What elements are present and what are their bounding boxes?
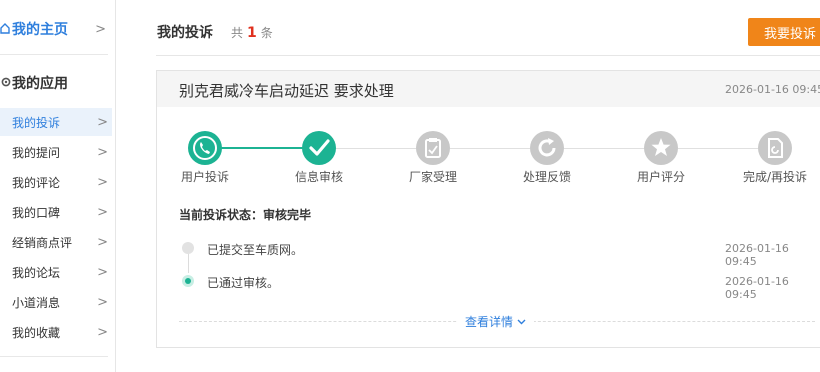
step-label: 完成/再投诉 (742, 170, 808, 184)
log-text: 已提交至车质网。 (207, 243, 304, 257)
chevron-right-icon: > (97, 294, 108, 310)
home-icon (0, 23, 10, 34)
sidebar-item-label: 我的评论 (12, 175, 61, 190)
sidebar-item-label: 我的论坛 (12, 265, 61, 280)
page-title: 我的投诉 (157, 25, 213, 41)
step-label: 信息审核 (294, 170, 344, 184)
chevron-right-icon: > (97, 174, 108, 190)
sidebar-item-favorites[interactable]: 我的收藏 > (0, 318, 112, 346)
complaint-count: 共 1 条 (231, 24, 273, 41)
sidebar-item-label: 我的提问 (12, 145, 61, 160)
divider (156, 55, 820, 56)
sidebar-item-label: 小道消息 (12, 295, 61, 310)
clipboard-icon (416, 131, 450, 165)
log-text: 已通过审核。 (207, 276, 280, 290)
chevron-right-icon: > (97, 114, 108, 130)
sidebar-item-forum[interactable]: 我的论坛 > (0, 258, 112, 286)
chevron-right-icon: > (97, 234, 108, 250)
sidebar-item-reputation[interactable]: 我的口碑 > (0, 198, 112, 226)
log-time: 2026-01-16 09:45 (725, 275, 789, 301)
sidebar-item-gossip[interactable]: 小道消息 > (0, 288, 112, 316)
page: 我的主页 > 我的应用 我的投诉 > 我的提问 > 我的评论 > 我的口碑 > (0, 0, 820, 372)
settings-icon (1, 77, 11, 87)
chevron-right-icon: > (97, 264, 108, 280)
step-label: 厂家受理 (408, 170, 458, 184)
log-dot-green (182, 275, 194, 287)
chevron-down-icon (517, 319, 526, 324)
chevron-right-icon: > (97, 324, 108, 340)
chevron-right-icon: > (97, 204, 108, 220)
view-details-label: 查看详情 (465, 315, 514, 329)
divider (0, 54, 108, 55)
sidebar-item-label: 我的投诉 (12, 115, 61, 130)
star-icon (644, 131, 678, 165)
step-label: 用户评分 (636, 170, 686, 184)
step-label: 用户投诉 (180, 170, 230, 184)
view-details-link[interactable]: 查看详情 (457, 313, 535, 330)
sidebar-app[interactable]: 我的应用 (0, 68, 110, 98)
complaint-card-header: 别克君威冷车启动延迟 要求处理 2026-01-16 09:45 (157, 71, 820, 107)
divider (0, 356, 108, 357)
chevron-right-icon: > (97, 144, 108, 160)
complaint-card: 别克君威冷车启动延迟 要求处理 2026-01-16 09:45 用户投诉 信息… (156, 70, 820, 348)
sidebar-home-label: 我的主页 (12, 22, 68, 38)
new-complaint-button[interactable]: 我要投诉 (748, 18, 820, 46)
count-suffix: 条 (260, 26, 273, 40)
sidebar-border (115, 0, 116, 372)
sidebar-item-comments[interactable]: 我的评论 > (0, 168, 112, 196)
sidebar-home[interactable]: 我的主页 > (0, 14, 110, 44)
complaint-time: 2026-01-16 09:45 (725, 83, 820, 96)
count-prefix: 共 (231, 26, 244, 40)
count-number: 1 (247, 25, 257, 41)
document-icon (758, 131, 792, 165)
step-label: 处理反馈 (522, 170, 572, 184)
chevron-right-icon: > (95, 21, 106, 37)
sidebar-item-dealer-reviews[interactable]: 经销商点评 > (0, 228, 112, 256)
log-dot-gray (182, 242, 194, 254)
current-status: 当前投诉状态：审核完毕 (179, 208, 312, 222)
check-icon (302, 131, 336, 165)
sidebar-item-label: 我的收藏 (12, 325, 61, 340)
refresh-icon (530, 131, 564, 165)
complaint-title[interactable]: 别克君威冷车启动延迟 要求处理 (179, 80, 394, 101)
sidebar-app-label: 我的应用 (12, 76, 68, 92)
sidebar-item-complaints[interactable]: 我的投诉 > (0, 108, 112, 136)
log-time: 2026-01-16 09:45 (725, 242, 789, 268)
sidebar-item-label: 经销商点评 (12, 235, 73, 250)
sidebar-item-questions[interactable]: 我的提问 > (0, 138, 112, 166)
sidebar: 我的主页 > 我的应用 我的投诉 > 我的提问 > 我的评论 > 我的口碑 > (0, 0, 116, 372)
phone-icon (188, 131, 222, 165)
sidebar-item-label: 我的口碑 (12, 205, 61, 220)
